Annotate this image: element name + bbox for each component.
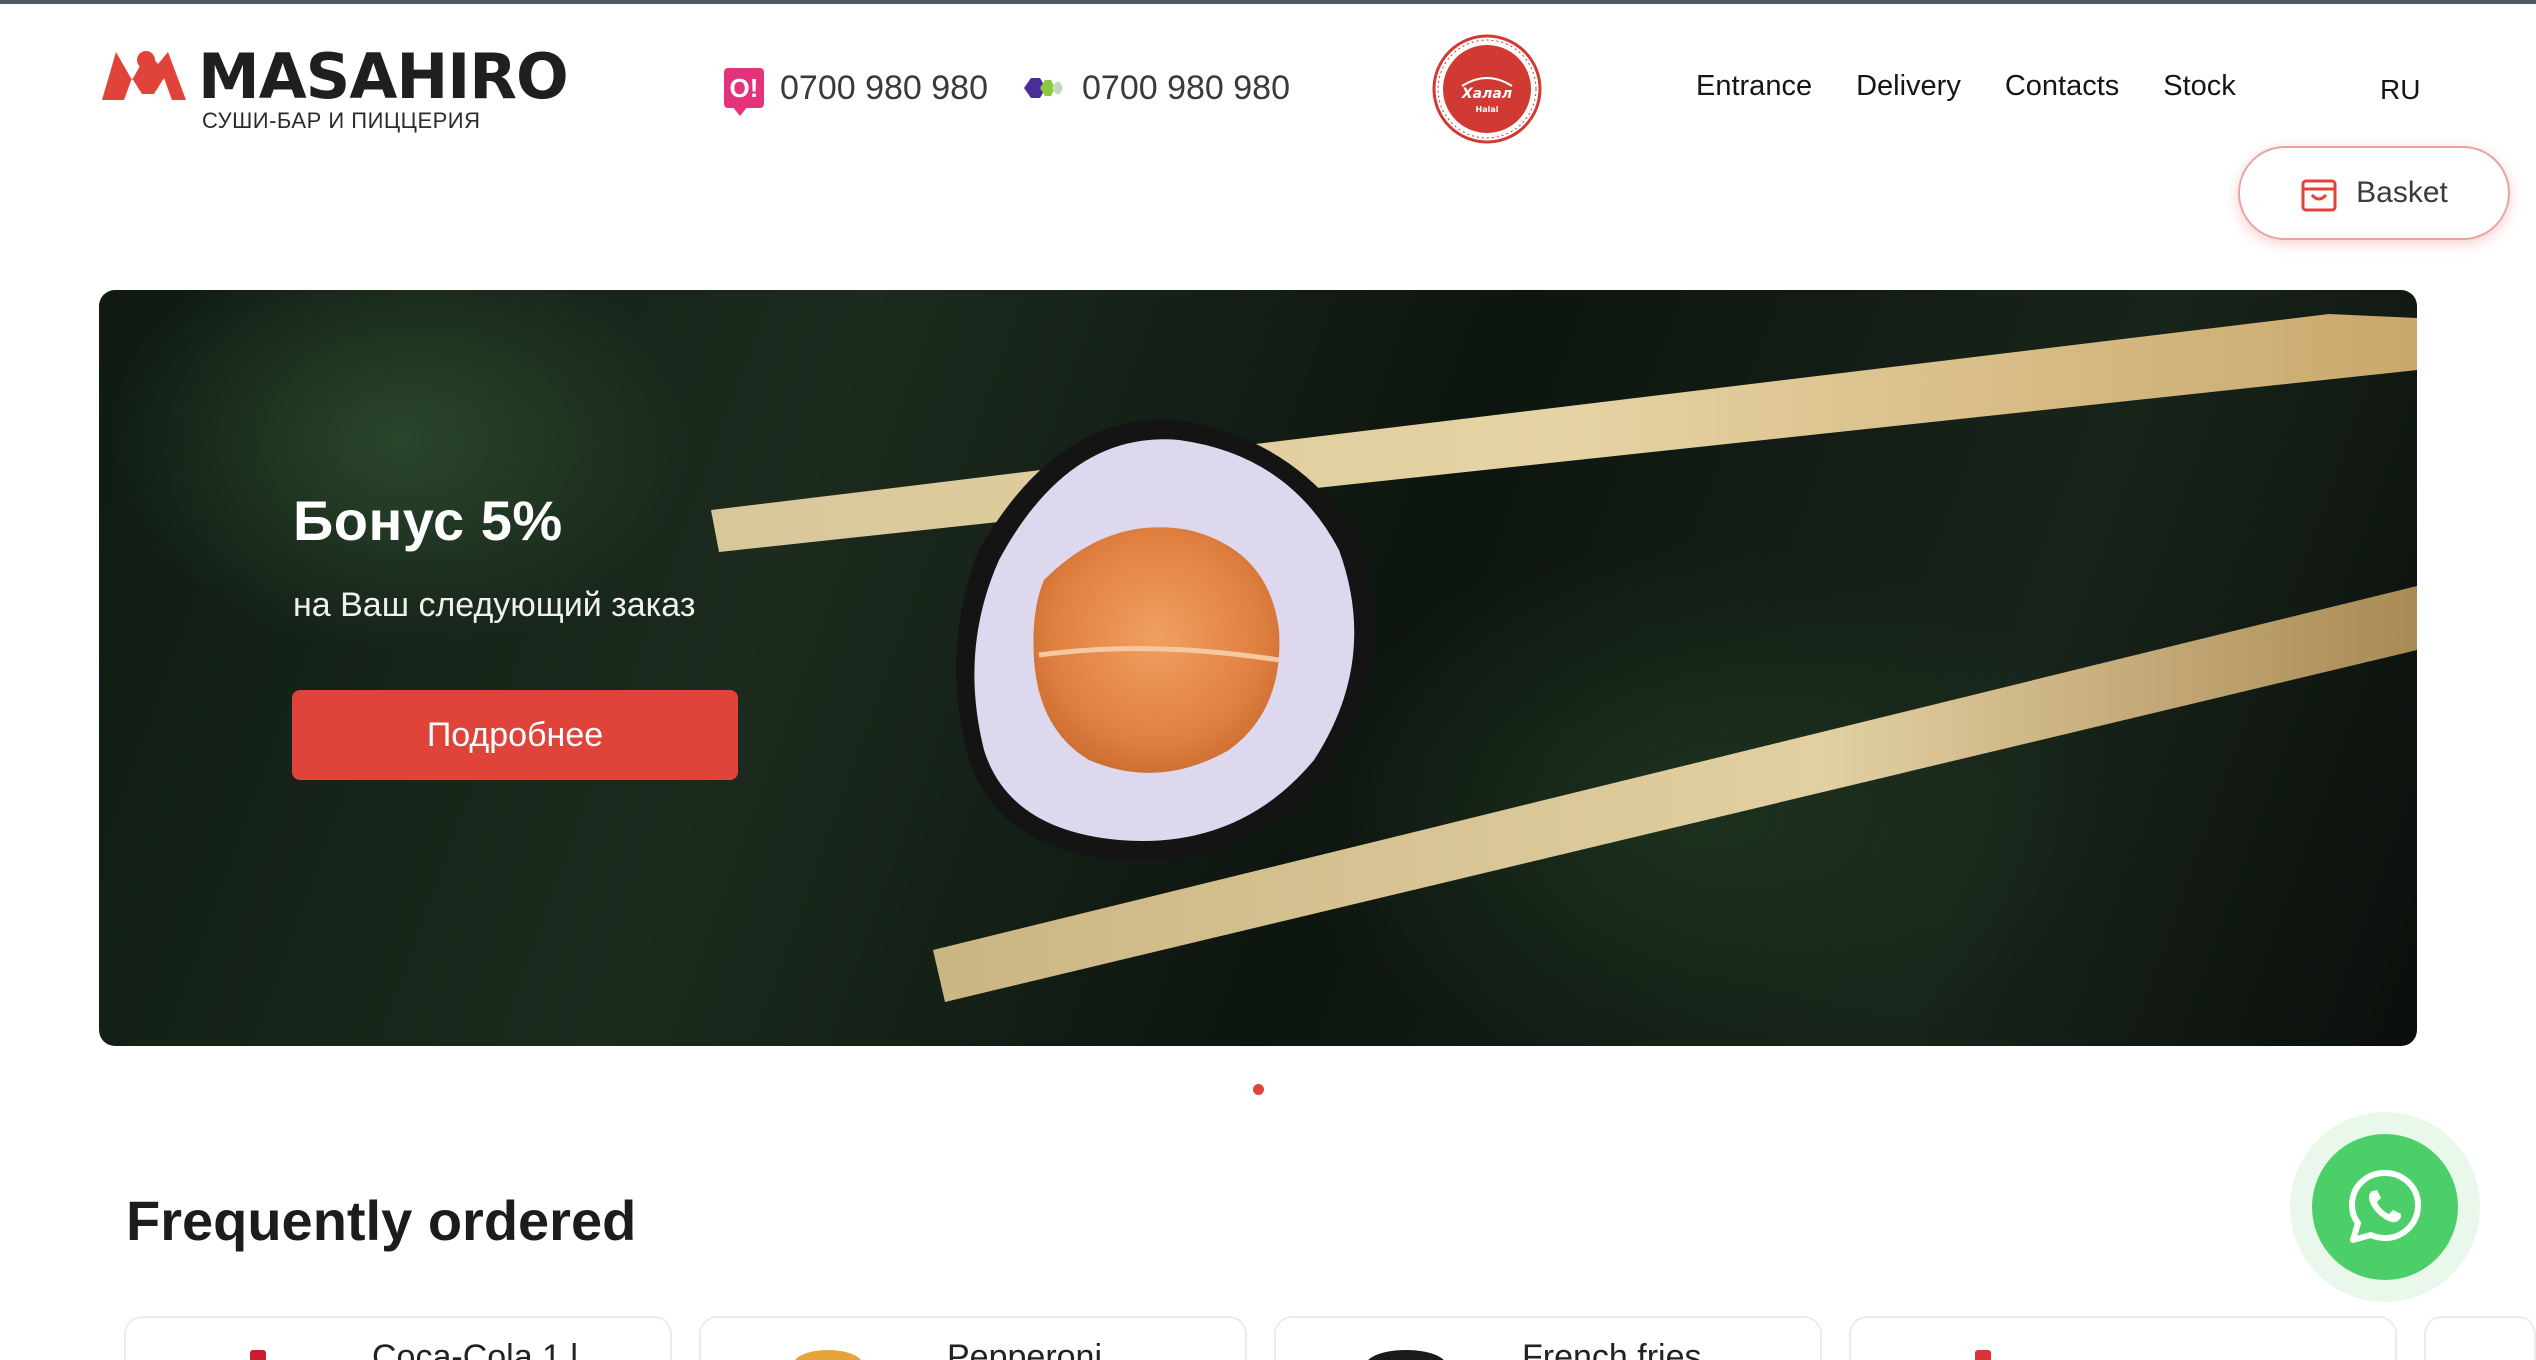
pizza-icon [793,1350,863,1360]
phone-number: 0700 980 980 [780,68,988,107]
whatsapp-button[interactable] [2290,1112,2480,1302]
product-card[interactable]: Coca-Cola 1 l [124,1316,672,1360]
o-operator-icon: O! [724,68,764,116]
bottle-icon [1975,1350,1991,1360]
svg-text:Halal: Halal [1476,105,1499,114]
basket-button[interactable]: Basket [2238,146,2510,240]
svg-text:Халал: Халал [1461,86,1512,102]
nav-stock[interactable]: Stock [2163,70,2236,110]
carousel-dot-active[interactable] [1253,1084,1264,1095]
more-details-button[interactable]: Подробнее [292,690,738,780]
product-card[interactable] [2424,1316,2536,1360]
whatsapp-icon [2349,1170,2421,1243]
whatsapp-circle [2312,1134,2458,1280]
product-name: French fries [1522,1338,1702,1360]
product-card[interactable]: Pepperoni [699,1316,1247,1360]
product-name: Coca-Cola 1 l [372,1338,578,1360]
logo[interactable]: MASAHIRO СУШИ-БАР И ПИЦЦЕРИЯ [98,44,569,136]
banner-subtitle: на Ваш следующий заказ [293,586,696,624]
nav-entrance[interactable]: Entrance [1696,70,1812,110]
product-card[interactable]: French fries [1274,1316,1822,1360]
halal-badge-icon: Халал Halal [1432,34,1542,144]
promo-banner[interactable]: Бонус 5% на Ваш следующий заказ Подробне… [99,290,2417,1046]
nav-contacts[interactable]: Contacts [2005,70,2119,110]
nav-delivery[interactable]: Delivery [1856,70,1961,110]
logo-wordmark: MASAHIRO [198,40,569,113]
section-title-frequently-ordered: Frequently ordered [126,1189,637,1252]
coca-cola-bottle-icon [250,1350,266,1360]
shopping-bag-icon [2301,179,2337,212]
product-card[interactable] [1849,1316,2397,1360]
product-name: Pepperoni [947,1338,1103,1360]
phone-number: 0700 980 980 [1082,68,1290,107]
logo-subtitle: СУШИ-БАР И ПИЦЦЕРИЯ [202,108,481,133]
top-border [0,0,2536,4]
basket-label: Basket [2356,176,2448,209]
banner-title: Бонус 5% [293,489,563,552]
phone-o[interactable]: O! 0700 980 980 [724,66,988,116]
main-nav: Entrance Delivery Contacts Stock [1696,70,2236,110]
fries-bowl-icon [1366,1350,1446,1360]
megacom-operator-icon [1024,78,1063,98]
frequently-ordered-list: Coca-Cola 1 l Pepperoni French fries [124,1316,2536,1360]
phone-megacom[interactable]: 0700 980 980 [1022,66,1290,110]
masahiro-logo-icon [102,51,186,100]
language-switcher[interactable]: RU [2380,74,2420,106]
sushi-chopsticks-image [711,314,2417,1002]
